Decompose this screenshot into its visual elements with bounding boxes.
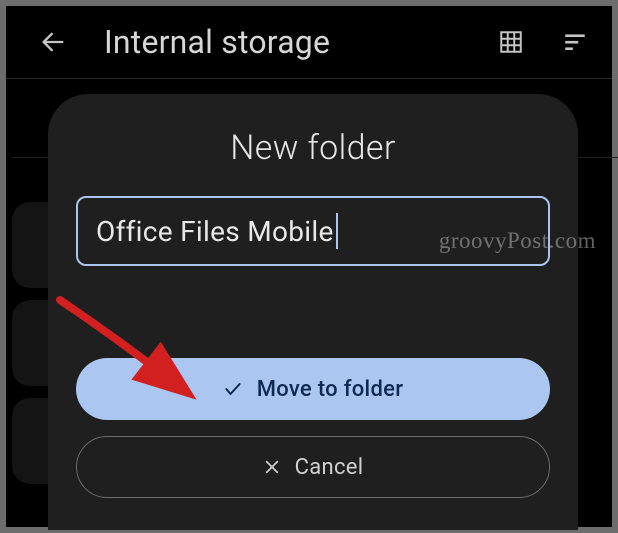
move-to-folder-button[interactable]: Move to folder [76,358,550,420]
toolbar-divider [6,78,612,79]
new-folder-dialog: New folder Move to folder Cancel [48,94,578,530]
text-cursor [336,213,338,249]
back-icon[interactable] [34,23,72,61]
dialog-title: New folder [76,128,550,168]
cancel-label: Cancel [295,455,364,480]
sort-icon[interactable] [556,23,594,61]
move-to-folder-label: Move to folder [257,377,404,402]
cancel-button[interactable]: Cancel [76,436,550,498]
folder-name-input[interactable] [76,196,550,266]
folder-name-field[interactable] [96,215,530,248]
close-icon [263,458,281,476]
app-toolbar: Internal storage [6,6,612,78]
grid-view-icon[interactable] [492,23,530,61]
check-icon [223,379,243,399]
page-title: Internal storage [104,23,466,61]
app-frame: Internal storage New folder [6,6,612,527]
